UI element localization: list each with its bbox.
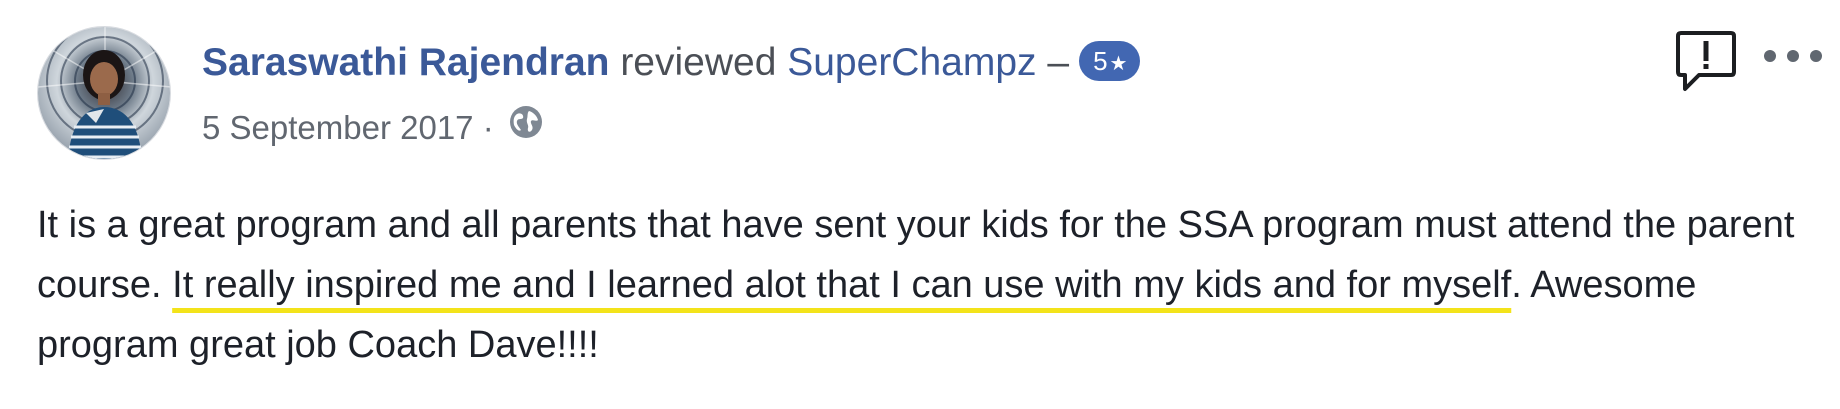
review-meta: 5 September 2017 · <box>202 105 543 153</box>
avatar[interactable] <box>37 26 171 160</box>
meta-separator: · <box>473 109 503 146</box>
page-link[interactable]: SuperChampz <box>787 41 1036 84</box>
avatar-image <box>38 27 170 159</box>
report-icon[interactable] <box>1673 28 1739 94</box>
review-date[interactable]: 5 September 2017 <box>202 109 474 146</box>
review-body: It is a great program and all parents th… <box>37 195 1827 375</box>
globe-icon[interactable] <box>509 105 543 150</box>
author-name[interactable]: Saraswathi Rajendran <box>202 41 609 84</box>
rating-badge[interactable]: 5 ★ <box>1079 40 1141 81</box>
dash-separator: – <box>1036 41 1070 84</box>
rating-value: 5 <box>1093 45 1108 76</box>
review-header: Saraswathi Rajendran reviewed SuperChamp… <box>202 38 1141 88</box>
more-options-icon[interactable] <box>1760 44 1826 68</box>
review-post: Saraswathi Rajendran reviewed SuperChamp… <box>0 0 1840 409</box>
review-body-paragraph: It is a great program and all parents th… <box>37 195 1827 375</box>
rating-star-icon: ★ <box>1109 52 1128 75</box>
review-action-text: reviewed <box>609 41 788 84</box>
highlighted-text: It really inspired me and I learned alot… <box>172 264 1512 306</box>
